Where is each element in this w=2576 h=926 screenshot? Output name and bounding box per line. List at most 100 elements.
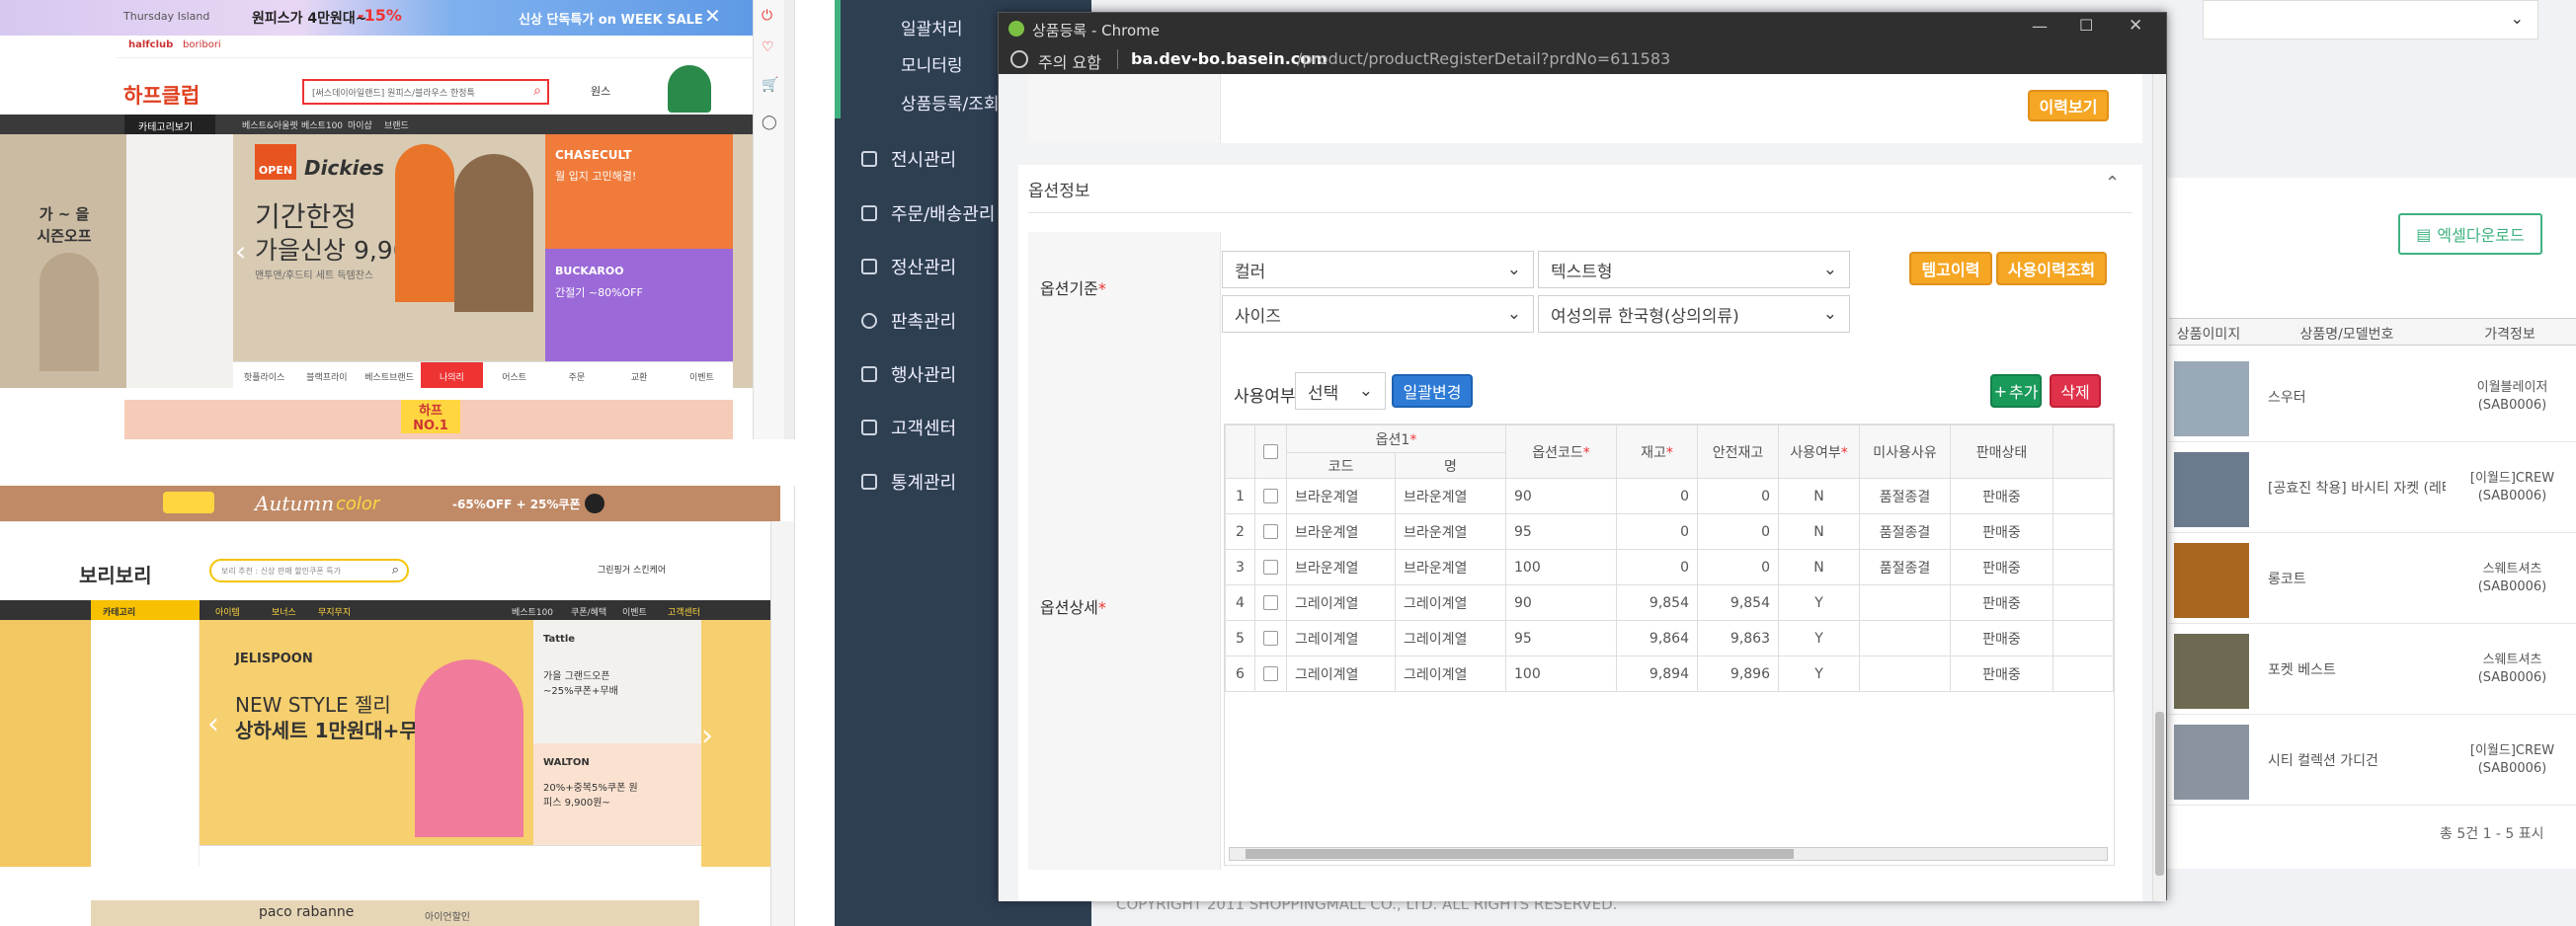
- prev-arrow-icon[interactable]: ‹: [207, 707, 219, 741]
- hero-tab[interactable]: 핫플라이스: [233, 362, 295, 388]
- use-select[interactable]: 선택 ⌄: [1295, 372, 1386, 410]
- hero-tab-active[interactable]: 나의리: [420, 362, 483, 388]
- user-icon[interactable]: ◯: [762, 115, 777, 130]
- halfclub-top-banner[interactable]: Thursday Island 원피스가 4만원대~ -15% 신상 단독특가 …: [0, 0, 753, 36]
- heart-icon[interactable]: ♡: [762, 39, 774, 55]
- menu-item[interactable]: 베스트100: [512, 605, 553, 618]
- product-name[interactable]: 시티 컬렉션 가디건: [2268, 750, 2446, 770]
- product-name[interactable]: 포켓 베스트: [2268, 659, 2446, 679]
- menu-item[interactable]: 보너스: [272, 605, 296, 618]
- menu-item[interactable]: 무지무지: [318, 605, 351, 618]
- row-checkbox[interactable]: [1254, 620, 1287, 656]
- product-row[interactable]: 스우터 이월블레이저 (SAB0006): [2169, 355, 2576, 442]
- menu-item[interactable]: 이벤트: [622, 605, 647, 618]
- product-thumbnail[interactable]: [2174, 634, 2249, 709]
- nav-promotion[interactable]: 판촉관리: [861, 308, 956, 334]
- menu-item[interactable]: 브랜드: [384, 118, 409, 131]
- boribori-logo[interactable]: 보리보리: [79, 560, 152, 588]
- nav-support[interactable]: 고객센터: [861, 415, 956, 440]
- halfclub-search-input[interactable]: [써스데이아일랜드] 원피스/블라우스 한정특 ⌕: [302, 79, 549, 105]
- product-name[interactable]: 스우터: [2268, 387, 2446, 407]
- boribori-top-banner[interactable]: Autumn color -65%OFF + 25%쿠폰: [0, 486, 780, 521]
- select-all-checkbox[interactable]: [1254, 424, 1287, 479]
- nav-event[interactable]: 행사관리: [861, 361, 956, 387]
- product-row[interactable]: [공효진 착용] 바시티 자켓 (레터링) [이월드]CREW (SAB0006): [2169, 446, 2576, 533]
- hero-tab[interactable]: 주문: [545, 362, 607, 388]
- menu-item[interactable]: 쿠폰/혜택: [571, 605, 606, 618]
- tab-halfclub[interactable]: halfclub: [128, 39, 173, 50]
- prev-arrow-icon[interactable]: ‹: [235, 235, 246, 268]
- option-row[interactable]: 2 브라운계열 브라운계열 95 0 0 N 품절종결 판매중: [1225, 513, 2114, 550]
- excel-download-button[interactable]: ▤ 엑셀다운로드: [2398, 213, 2542, 255]
- option-row[interactable]: 4 그레이계열 그레이계열 90 9,854 9,854 Y 판매중: [1225, 584, 2114, 621]
- go-icon[interactable]: [585, 494, 604, 513]
- power-icon[interactable]: ⏻: [762, 8, 772, 24]
- boribori-search-input[interactable]: 보리 추천 : 신상 판매 할인쿠폰 특가 ⌕: [209, 559, 409, 582]
- scrollbar[interactable]: [784, 0, 794, 439]
- nav-sub-bulk[interactable]: 일괄처리: [901, 15, 963, 39]
- row-checkbox[interactable]: [1254, 513, 1287, 550]
- product-thumbnail[interactable]: [2174, 725, 2249, 800]
- maximize-icon[interactable]: ☐: [2079, 16, 2093, 35]
- tab-boribori[interactable]: boribori: [183, 39, 221, 50]
- row-checkbox[interactable]: [1254, 549, 1287, 585]
- history-view-button[interactable]: 이력보기: [2028, 90, 2109, 121]
- menu-item[interactable]: 베스트100: [301, 118, 343, 131]
- product-thumbnail[interactable]: [2174, 543, 2249, 618]
- search-icon[interactable]: ⌕: [392, 563, 399, 578]
- delete-button[interactable]: 삭제: [2050, 374, 2101, 408]
- scrollbar[interactable]: [770, 521, 794, 926]
- row-checkbox[interactable]: [1254, 478, 1287, 514]
- option-row[interactable]: 1 브라운계열 브라운계열 90 0 0 N 품절종결 판매중: [1225, 478, 2114, 514]
- close-icon[interactable]: ✕: [2129, 16, 2142, 36]
- address-bar[interactable]: 주의 요함 ba.dev-bo.basein.com /product/prod…: [999, 44, 2166, 74]
- product-row[interactable]: 포켓 베스트 스웨트셔츠 (SAB0006): [2169, 628, 2576, 715]
- product-thumbnail[interactable]: [2174, 361, 2249, 436]
- minimize-icon[interactable]: —: [2032, 17, 2048, 36]
- menu-item[interactable]: 아이템: [215, 605, 240, 618]
- product-row[interactable]: 롱코트 스웨트셔츠 (SAB0006): [2169, 537, 2576, 624]
- top-select[interactable]: ⌄: [2203, 0, 2538, 39]
- row-checkbox[interactable]: [1254, 584, 1287, 621]
- menu-item[interactable]: 마이샵: [348, 118, 372, 131]
- nav-order-delivery[interactable]: 주문/배송관리: [861, 200, 995, 226]
- hero-tab[interactable]: 블랙프라이: [295, 362, 358, 388]
- option-row[interactable]: 6 그레이계열 그레이계열 100 9,894 9,896 Y 판매중: [1225, 656, 2114, 692]
- option-row[interactable]: 5 그레이계열 그레이계열 95 9,864 9,863 Y 판매중: [1225, 620, 2114, 656]
- product-thumbnail[interactable]: [2174, 452, 2249, 527]
- nav-settlement[interactable]: 정산관리: [861, 254, 956, 279]
- nav-display[interactable]: 전시관리: [861, 146, 956, 172]
- bottom-banner[interactable]: 하프 NO.1: [124, 400, 733, 439]
- hero-tab[interactable]: 교환: [608, 362, 671, 388]
- product-name[interactable]: [공효진 착용] 바시티 자켓 (레터링): [2268, 478, 2446, 498]
- nav-sub-monitoring[interactable]: 모니터링: [901, 51, 963, 76]
- collapse-chevron-icon[interactable]: ⌃: [2105, 173, 2120, 193]
- bulk-change-button[interactable]: 일괄변경: [1392, 374, 1473, 408]
- main-hero[interactable]: JELISPOON NEW STYLE 젤리 상하세트 1만원대+무배 ‹ Ta…: [0, 620, 780, 867]
- option-select-2[interactable]: 사이즈 ⌄: [1222, 295, 1534, 333]
- usage-history-button[interactable]: 사용이력조회: [1996, 252, 2107, 285]
- option-select-1[interactable]: 컬러 ⌄: [1222, 251, 1534, 288]
- window-scrollbar[interactable]: [2152, 74, 2166, 901]
- hero-tab[interactable]: 베스트브랜드: [359, 362, 421, 388]
- menu-item[interactable]: 베스트&아울렛: [242, 118, 298, 131]
- product-name[interactable]: 롱코트: [2268, 569, 2446, 588]
- main-hero[interactable]: 가 ~ 을 시즌오프 OPEN Dickies 기간한정 가을신상 9,900원…: [0, 134, 753, 388]
- close-icon[interactable]: ✕: [704, 4, 721, 28]
- nav-statistics[interactable]: 통계관리: [861, 469, 956, 495]
- add-button[interactable]: + 추가: [1990, 374, 2042, 408]
- row-checkbox[interactable]: [1254, 656, 1287, 692]
- horizontal-scrollbar[interactable]: [1229, 847, 2108, 861]
- category-button[interactable]: 카테고리보기: [124, 115, 215, 134]
- next-arrow-icon[interactable]: ›: [701, 719, 713, 753]
- option-type-select-1[interactable]: 텍스트형 ⌄: [1538, 251, 1850, 288]
- option-type-select-2[interactable]: 여성의류 한국형(상의의류) ⌄: [1538, 295, 1850, 333]
- cart-icon[interactable]: 🛒: [762, 77, 778, 93]
- option-row[interactable]: 3 브라운계열 브라운계열 100 0 0 N 품절종결 판매중: [1225, 549, 2114, 585]
- template-history-button[interactable]: 템고이력: [1909, 252, 1992, 285]
- bottom-banner[interactable]: paco rabanne 아이언할인: [91, 900, 699, 926]
- hero-tab[interactable]: 어스트: [483, 362, 545, 388]
- menu-item[interactable]: 고객센터: [668, 605, 700, 618]
- category-button[interactable]: 카테고리: [91, 600, 200, 620]
- nav-sub-product-register[interactable]: 상품등록/조회: [901, 90, 1000, 115]
